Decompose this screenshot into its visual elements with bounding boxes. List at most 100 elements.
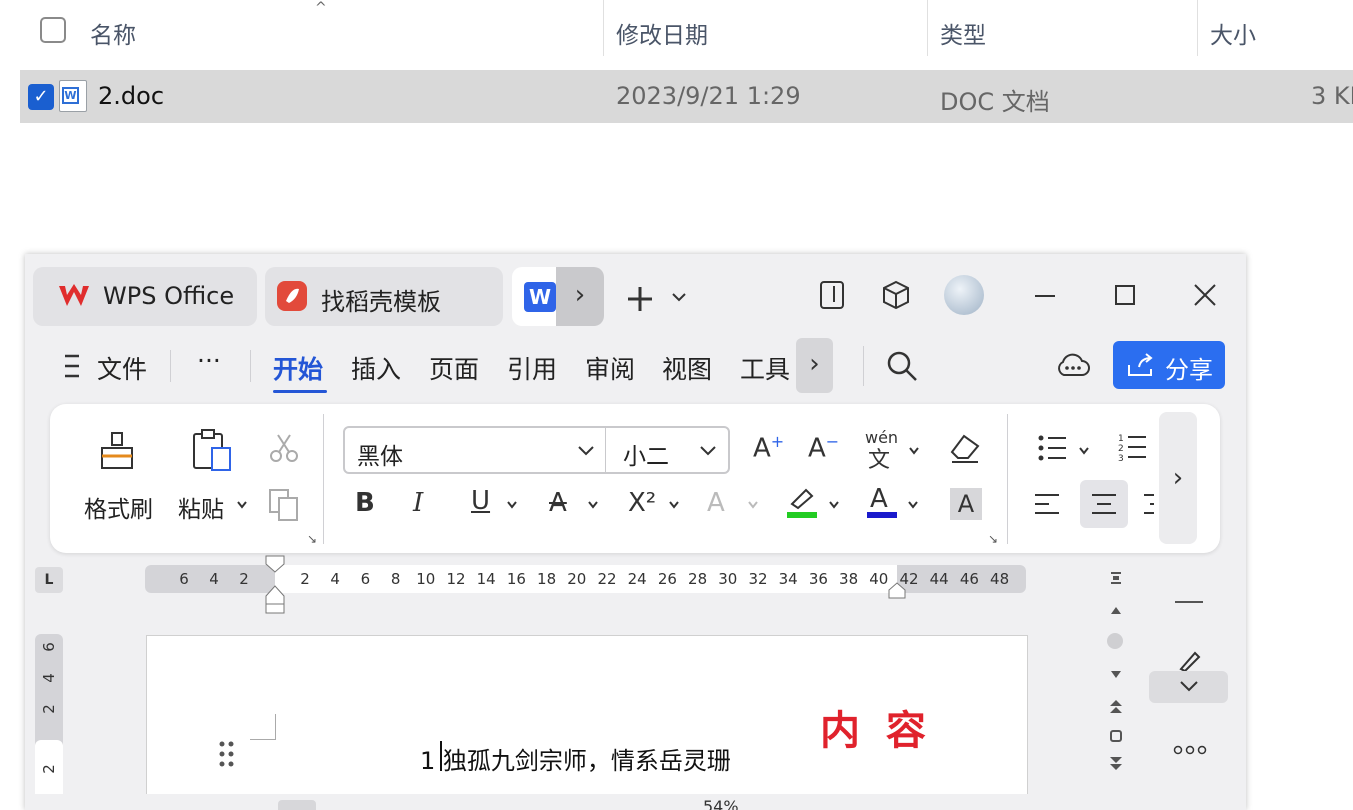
italic-button[interactable]: I: [413, 488, 423, 518]
minimize-icon[interactable]: [1033, 284, 1057, 308]
document-text-line[interactable]: 1 独孤九剑宗师，情系岳灵珊: [420, 741, 731, 776]
chevron-down-icon[interactable]: [668, 500, 680, 510]
tab-wps-office[interactable]: WPS Office: [33, 267, 257, 326]
superscript-button[interactable]: X²: [628, 488, 656, 518]
column-header-type[interactable]: 类型: [940, 16, 986, 50]
bold-button[interactable]: B: [355, 488, 375, 518]
format-painter-icon[interactable]: [98, 430, 138, 472]
ribbon-divider: [323, 414, 324, 544]
menu-file[interactable]: 文件: [97, 350, 147, 386]
scissors-icon[interactable]: [268, 432, 300, 464]
align-center-button[interactable]: [1080, 480, 1128, 528]
tablet-icon[interactable]: [817, 280, 847, 310]
panel-expand-button[interactable]: [1149, 671, 1228, 703]
chevron-down-icon[interactable]: [908, 446, 920, 456]
column-header-size[interactable]: 大小: [1210, 16, 1256, 50]
chevron-down-icon[interactable]: [699, 445, 717, 457]
share-button[interactable]: 分享: [1113, 341, 1225, 389]
menu-scroll-right-icon[interactable]: ›: [796, 338, 833, 393]
vertical-scrollbar[interactable]: [1107, 565, 1125, 810]
underline-button[interactable]: U: [471, 486, 490, 516]
strikethrough-icon[interactable]: A: [549, 488, 567, 518]
tab-page[interactable]: 页面: [429, 350, 479, 386]
paste-label[interactable]: 粘贴: [178, 490, 224, 524]
chevron-down-icon[interactable]: [1078, 446, 1090, 456]
tab-insert[interactable]: 插入: [351, 350, 401, 386]
column-header-modified[interactable]: 修改日期: [616, 16, 708, 50]
tab-view[interactable]: 视图: [662, 350, 712, 386]
tab-home[interactable]: 开始: [273, 350, 323, 386]
ribbon-scroll-right-icon[interactable]: ›: [1159, 412, 1197, 544]
chevron-down-icon[interactable]: [236, 500, 248, 510]
select-all-checkbox[interactable]: [40, 17, 66, 43]
column-divider[interactable]: [603, 0, 604, 56]
align-left-icon[interactable]: [1033, 492, 1061, 516]
prev-page-icon[interactable]: [1109, 698, 1123, 714]
avatar[interactable]: [944, 275, 984, 315]
eraser-icon[interactable]: [948, 432, 982, 464]
chevron-down-icon[interactable]: [577, 445, 595, 457]
maximize-icon[interactable]: [1113, 283, 1137, 307]
text-effect-icon[interactable]: A: [707, 488, 725, 518]
indent-marker-icon[interactable]: [264, 554, 286, 616]
panel-collapse-icon[interactable]: [1175, 601, 1203, 603]
content-stamp-label: 内 容: [820, 707, 932, 754]
highlight-color-swatch: [787, 512, 817, 518]
more-menu-button[interactable]: ···: [197, 346, 221, 375]
tab-scroll-right-icon[interactable]: ›: [556, 267, 604, 326]
font-name-value[interactable]: 黑体: [357, 437, 403, 471]
numbered-list-icon[interactable]: 123: [1118, 432, 1148, 462]
page-view-button[interactable]: [278, 800, 316, 810]
chevron-down-icon[interactable]: [828, 500, 840, 510]
scroll-down-icon[interactable]: [1110, 670, 1122, 680]
pen-icon[interactable]: [1177, 649, 1203, 673]
column-header-name[interactable]: 名称: [90, 16, 136, 50]
zoom-level[interactable]: 54%: [703, 797, 739, 810]
close-icon[interactable]: [1192, 282, 1218, 308]
tab-tools[interactable]: 工具: [740, 350, 790, 386]
font-grow-icon[interactable]: A+: [753, 432, 784, 464]
align-right-icon[interactable]: [1144, 492, 1154, 516]
scroll-split-icon[interactable]: [1108, 570, 1124, 586]
more-options-icon[interactable]: [1173, 745, 1207, 755]
chevron-down-icon[interactable]: [747, 500, 759, 510]
row-checkbox-checked[interactable]: ✓: [28, 84, 54, 110]
column-divider[interactable]: [927, 0, 928, 56]
chevron-down-icon[interactable]: [587, 500, 599, 510]
font-shrink-icon[interactable]: A−: [808, 432, 839, 464]
plus-icon[interactable]: [625, 284, 655, 314]
format-painter-label[interactable]: 格式刷: [84, 490, 153, 524]
character-shading-icon[interactable]: A: [950, 488, 982, 520]
menu-lines-icon[interactable]: [63, 353, 83, 379]
column-divider[interactable]: [1197, 0, 1198, 56]
paste-icon[interactable]: [190, 428, 234, 474]
search-icon[interactable]: [885, 349, 919, 383]
font-color-button[interactable]: A: [870, 484, 888, 514]
menu-divider: [250, 350, 251, 382]
text-cursor: [440, 741, 442, 771]
bullet-list-icon[interactable]: [1038, 434, 1068, 462]
chevron-down-icon[interactable]: [671, 291, 687, 303]
scroll-thumb[interactable]: [1107, 633, 1123, 649]
font-dialog-launcher-icon[interactable]: ↘: [988, 532, 998, 546]
scroll-up-icon[interactable]: [1110, 605, 1122, 615]
ruler-number: 4: [330, 570, 340, 588]
right-indent-marker-icon[interactable]: [887, 582, 907, 600]
file-name[interactable]: 2.doc: [98, 82, 164, 110]
cloud-icon[interactable]: [1055, 350, 1091, 378]
clipboard-dialog-launcher-icon[interactable]: ↘: [307, 532, 317, 546]
tab-docer-templates[interactable]: 找稻壳模板: [265, 267, 503, 326]
tab-references[interactable]: 引用: [507, 350, 557, 386]
select-browse-object-icon[interactable]: [1110, 730, 1122, 742]
copy-icon[interactable]: [268, 488, 300, 522]
next-page-icon[interactable]: [1109, 756, 1123, 772]
font-selector[interactable]: 黑体 小二: [343, 426, 730, 474]
cube-icon[interactable]: [880, 279, 912, 311]
chevron-down-icon[interactable]: [506, 500, 518, 510]
tab-stop-selector[interactable]: L: [35, 567, 63, 593]
drag-handle-icon[interactable]: [218, 740, 236, 770]
tab-review[interactable]: 审阅: [585, 350, 635, 386]
chevron-down-icon[interactable]: [907, 500, 919, 510]
ruler-number: 28: [688, 570, 708, 588]
font-size-value[interactable]: 小二: [623, 437, 669, 471]
